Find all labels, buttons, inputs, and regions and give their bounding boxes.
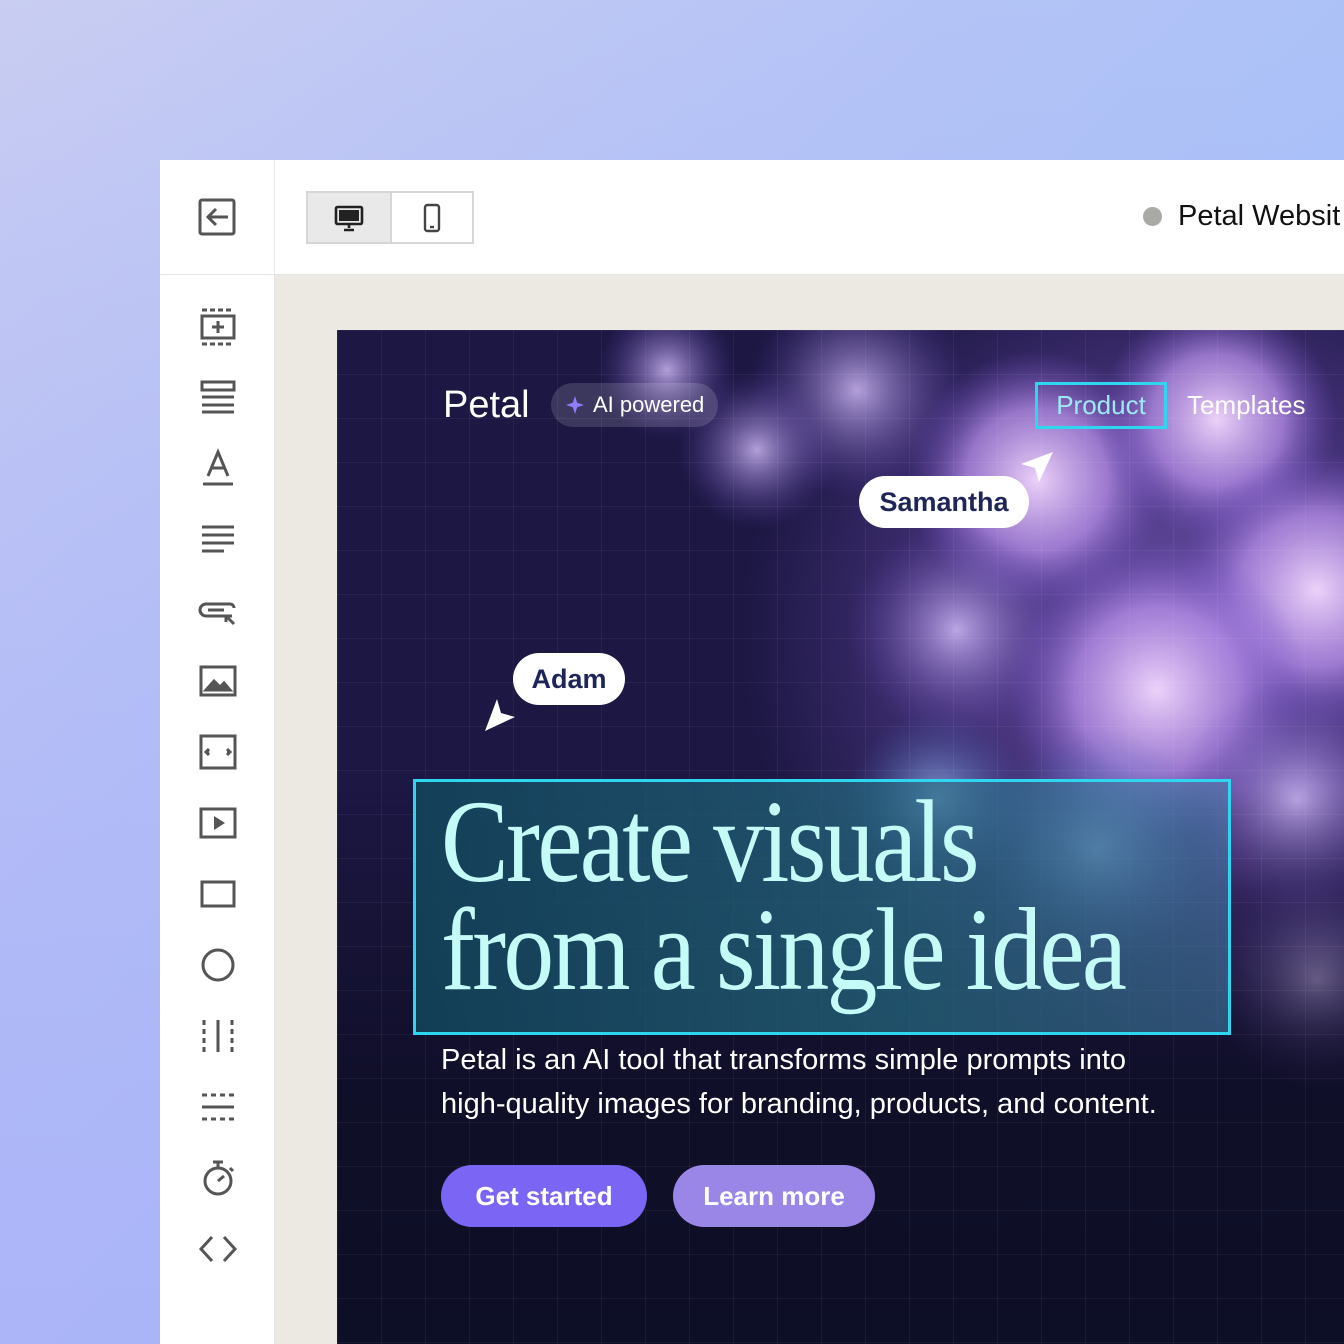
subtext-line-2: high-quality images for branding, produc… [441,1088,1157,1120]
project-title[interactable]: Petal Websit [1143,200,1340,233]
project-name: Petal Websit [1178,200,1341,232]
code-icon [198,1235,238,1263]
editor-canvas[interactable]: Petal AI powered Product Templates Saman… [275,275,1344,1344]
button-element-tool[interactable] [196,588,240,632]
nav-templates[interactable]: Templates [1187,382,1306,429]
subtext-line-1: Petal is an AI tool that transforms simp… [441,1044,1127,1076]
mobile-view-button[interactable] [390,193,472,242]
exit-editor-button[interactable] [160,160,274,275]
rectangle-tool[interactable] [196,872,240,916]
editor-topbar: Petal Websit [275,160,1344,275]
rectangle-icon [200,880,236,908]
adam-cursor-icon [485,699,515,731]
mobile-icon [423,203,441,232]
hero-subtext[interactable]: Petal is an AI tool that transforms simp… [441,1038,1321,1126]
ai-powered-label: AI powered [593,392,705,417]
video-icon [199,807,237,839]
button-element-icon [198,602,236,626]
video-tool[interactable] [196,801,240,845]
learn-more-button[interactable]: Learn more [673,1165,875,1227]
text-heading-tool[interactable] [196,446,240,490]
nav-product[interactable]: Product [1035,382,1167,429]
timer-icon [203,1160,235,1196]
collaborator-tag-adam: Adam [513,653,625,705]
exit-editor-icon [198,198,236,236]
desktop-view-button[interactable] [308,193,390,242]
text-heading-icon [203,448,233,486]
circle-icon [201,948,235,982]
samantha-cursor-icon [1021,452,1053,482]
slider-tool[interactable] [196,730,240,774]
column-divider-tool[interactable] [196,1014,240,1058]
hero-headline[interactable]: Create visuals from a single idea [441,776,1129,1015]
site-brand[interactable]: Petal [443,384,530,427]
add-section-icon [200,308,236,346]
image-icon [199,665,237,697]
timer-tool[interactable] [196,1156,240,1200]
slider-icon [199,734,237,770]
editor-window: Petal Websit Petal AI powered Product Te… [160,160,1344,1344]
code-tool[interactable] [196,1227,240,1271]
layout-rows-tool[interactable] [196,375,240,419]
headline-line-2: from a single idea [441,884,1127,1015]
column-divider-icon [202,1020,234,1052]
desktop-icon [334,205,364,231]
row-divider-tool[interactable] [196,1085,240,1129]
ai-powered-badge: AI powered [551,383,719,427]
circle-tool[interactable] [196,943,240,987]
image-tool[interactable] [196,659,240,703]
row-divider-icon [202,1093,234,1121]
collaborator-tag-samantha: Samantha [859,476,1029,528]
get-started-button[interactable]: Get started [441,1165,647,1227]
website-preview[interactable]: Petal AI powered Product Templates Saman… [337,330,1344,1344]
status-dot [1143,207,1162,226]
device-toggle [306,191,474,244]
paragraph-icon [202,525,234,553]
tool-sidebar [160,160,275,1344]
paragraph-tool[interactable] [196,517,240,561]
add-section-tool[interactable] [196,305,240,349]
sparkle-icon [566,396,584,414]
layout-rows-icon [200,380,236,414]
headline-line-1: Create visuals [441,776,980,907]
